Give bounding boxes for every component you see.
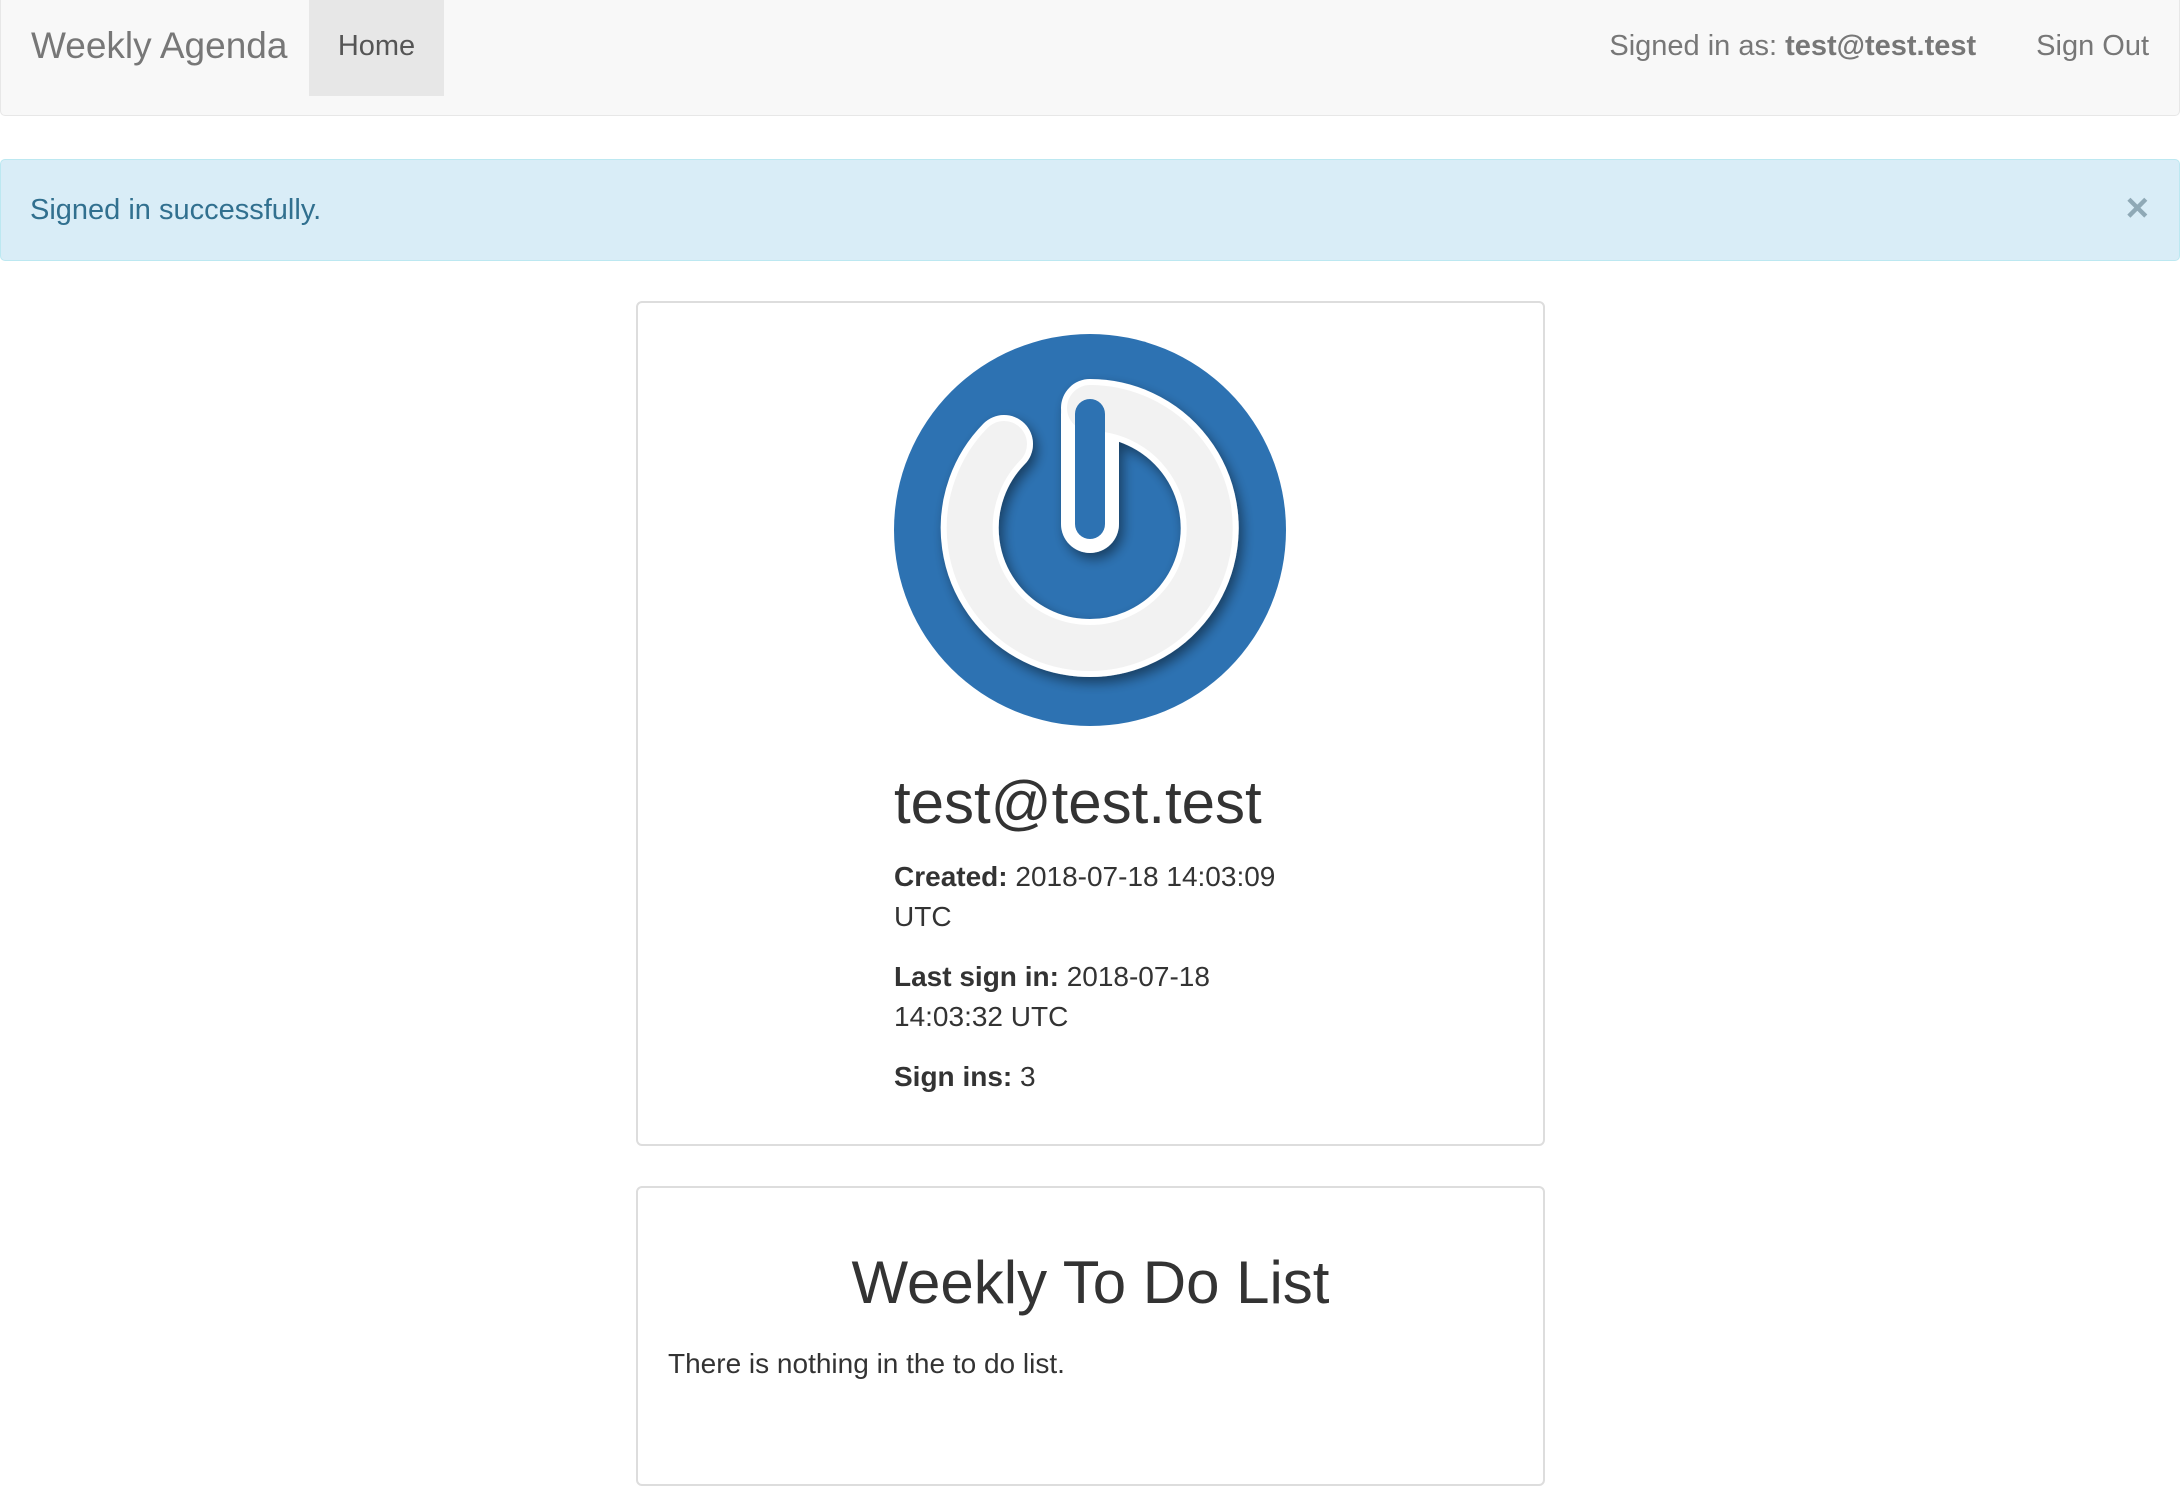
signed-in-user: test@test.test — [1785, 30, 1977, 62]
sign-out-link[interactable]: Sign Out — [2036, 0, 2149, 96]
nav-item-home[interactable]: Home — [309, 0, 444, 96]
nav-right: Signed in as: test@test.test Sign Out — [1609, 0, 2149, 96]
profile-info: test@test.test Created: 2018-07-18 14:03… — [894, 763, 1314, 1117]
signed-in-prefix: Signed in as: — [1609, 30, 1778, 62]
alert-success: Signed in successfully. × — [0, 159, 2180, 261]
todo-title: Weekly To Do List — [851, 1249, 1330, 1316]
brand-link[interactable]: Weekly Agenda — [31, 0, 287, 96]
sign-ins-line: Sign ins: 3 — [894, 1057, 1314, 1097]
signed-in-status: Signed in as: test@test.test — [1609, 0, 1976, 96]
close-icon[interactable]: × — [2126, 188, 2149, 228]
last-sign-in-label: Last sign in: — [894, 961, 1059, 992]
navbar: Weekly Agenda Home Signed in as: test@te… — [0, 0, 2180, 116]
profile-panel: test@test.test Created: 2018-07-18 14:03… — [636, 301, 1545, 1146]
profile-email: test@test.test — [894, 769, 1262, 836]
created-line: Created: 2018-07-18 14:03:09 UTC — [894, 857, 1314, 937]
sign-ins-label: Sign ins: — [894, 1061, 1013, 1092]
alert-message: Signed in successfully. — [30, 194, 322, 226]
created-label: Created: — [894, 861, 1008, 892]
power-icon — [894, 334, 1286, 726]
sign-ins-value: 3 — [1020, 1061, 1036, 1092]
last-sign-in-line: Last sign in: 2018-07-18 14:03:32 UTC — [894, 957, 1314, 1037]
todo-empty-text: There is nothing in the to do list. — [668, 1348, 1065, 1379]
todo-panel: Weekly To Do List There is nothing in th… — [636, 1186, 1545, 1486]
